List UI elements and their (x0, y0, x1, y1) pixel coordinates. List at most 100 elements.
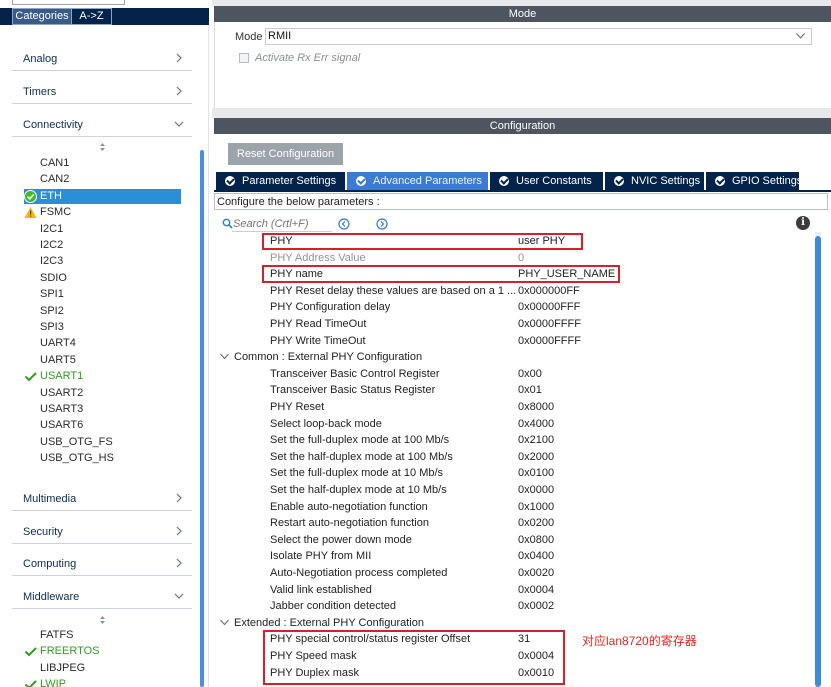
chevron-right-icon (176, 53, 182, 63)
parameter-name: PHY special control/status register Offs… (270, 633, 471, 646)
category-multimedia[interactable]: Multimedia (12, 487, 192, 511)
mode-dropdown[interactable]: RMII (265, 28, 812, 45)
parameter-value[interactable]: 0x4000 (518, 416, 554, 432)
info-icon[interactable]: i (796, 216, 810, 230)
tab-a-to-z[interactable]: A->Z (72, 8, 112, 25)
parameter-name: PHY Reset delay these values are based o… (270, 284, 517, 297)
rx-err-label: Activate Rx Err signal (255, 52, 361, 64)
scroll-up-down-icon[interactable] (99, 616, 106, 624)
previous-match-icon[interactable] (338, 218, 350, 230)
parameter-name: Select the power down mode (270, 533, 412, 546)
peripheral-label: SPI2 (40, 304, 64, 317)
parameter-value[interactable]: user PHY (518, 233, 565, 249)
category-connectivity[interactable]: Connectivity (12, 113, 192, 137)
parameter-value[interactable]: 0x00000FFF (518, 299, 580, 315)
parameter-value[interactable]: 0x0000FFFF (518, 316, 581, 332)
parameter-name: Jabber condition detected (270, 600, 396, 613)
left-scrollbar[interactable] (200, 150, 204, 687)
reset-configuration-button[interactable]: Reset Configuration (228, 143, 343, 165)
parameter-value[interactable]: 0x2000 (518, 449, 554, 465)
peripheral-label: USART2 (40, 386, 84, 399)
parameter-value[interactable]: 0x2100 (518, 432, 554, 448)
checkmark-icon (24, 680, 37, 687)
parameter-search (222, 216, 337, 232)
parameter-value[interactable]: 0x0004 (518, 648, 554, 664)
parameter-name: PHY Configuration delay (270, 301, 391, 314)
register-annotation: 对应lan8720的寄存器 (582, 634, 697, 648)
parameter-value[interactable]: 0x0000FFFF (518, 333, 581, 349)
parameter-name: PHY Read TimeOut (270, 318, 367, 330)
parameter-value[interactable]: 0x0400 (518, 548, 554, 564)
parameter-value[interactable]: PHY_USER_NAME (518, 266, 615, 282)
check-circle-icon (225, 176, 235, 186)
parameter-value[interactable]: 0x0100 (518, 465, 554, 481)
parameter-value[interactable]: 0x8000 (518, 399, 554, 415)
peripheral-label: CAN2 (40, 173, 70, 186)
chevron-down-icon (796, 33, 805, 39)
rx-err-checkbox[interactable] (239, 53, 249, 63)
parameter-value[interactable]: 0x01 (518, 382, 542, 398)
parameter-value[interactable]: 0x0002 (518, 598, 554, 614)
peripheral-label: I2C1 (40, 222, 64, 235)
tab-underline (214, 190, 831, 192)
category-label: Analog (23, 53, 58, 65)
parameter-value[interactable]: 0 (518, 250, 524, 266)
parameter-name: Auto-Negotiation process completed (270, 567, 448, 579)
parameter-group[interactable]: Common : External PHY Configuration (220, 349, 422, 365)
configure-hint: Configure the below parameters : (214, 193, 828, 210)
parameter-value[interactable]: 0x0200 (518, 515, 554, 531)
checkmark-icon (24, 372, 37, 382)
parameter-value[interactable]: 0x0010 (518, 665, 554, 681)
category-timers[interactable]: Timers (12, 80, 192, 104)
parameter-name: PHY Speed mask (270, 650, 357, 662)
search-field-stub[interactable] (12, 0, 125, 5)
category-label: Timers (23, 86, 57, 98)
category-security[interactable]: Security (12, 520, 192, 544)
parameter-group[interactable]: Extended : External PHY Configuration (220, 615, 424, 631)
tab-nvic-settings[interactable]: NVIC Settings (605, 172, 704, 190)
parameter-name: Set the full-duplex mode at 10 Mb/s (270, 467, 444, 480)
parameter-tab-bar: Parameter Settings Advanced Parameters Use… (214, 172, 831, 190)
chevron-down-icon (220, 353, 229, 360)
parameter-value[interactable]: 0x00 (518, 366, 542, 382)
search-input[interactable] (232, 216, 332, 232)
parameter-name: Valid link established (270, 583, 372, 596)
check-circle-icon (499, 176, 509, 186)
peripheral-label: USB_OTG_HS (40, 452, 114, 465)
category-label: Security (23, 526, 63, 538)
peripheral-item-eth[interactable]: ETH (24, 188, 181, 204)
peripheral-label: UART5 (40, 353, 76, 366)
parameter-name: PHY (270, 235, 293, 247)
next-match-icon[interactable] (376, 218, 388, 230)
parameter-scrollbar[interactable] (815, 236, 821, 687)
category-computing[interactable]: Computing (12, 552, 192, 576)
parameter-name: Transceiver Basic Control Register (270, 367, 440, 380)
tab-label: User Constants (516, 175, 592, 187)
peripheral-label: I2C3 (40, 255, 64, 268)
group-label: Extended : External PHY Configuration (234, 616, 424, 629)
tab-categories[interactable]: Categories (12, 8, 72, 25)
category-analog[interactable]: Analog (12, 47, 192, 71)
left-panel-top (0, 0, 209, 8)
parameter-name: Set the half-duplex mode at 100 Mb/s (270, 450, 453, 463)
parameter-value[interactable]: 0x0000 (518, 482, 554, 498)
tab-parameter-settings[interactable]: Parameter Settings (216, 172, 345, 190)
mode-header: Mode (214, 6, 831, 22)
ip-categories-panel: Categories A->Z Analog Timers Connectivi… (0, 0, 209, 687)
parameter-value[interactable]: 0x0020 (518, 565, 554, 581)
scroll-up-down-icon[interactable] (99, 143, 106, 151)
parameter-name: PHY Reset (270, 401, 325, 413)
parameter-value[interactable]: 0x000000FF (518, 283, 580, 299)
category-middleware[interactable]: Middleware (12, 585, 192, 609)
panel-divider (208, 25, 209, 687)
chevron-right-icon (176, 493, 182, 503)
tab-advanced-parameters[interactable]: Advanced Parameters (347, 172, 488, 190)
parameter-value[interactable]: 0x0800 (518, 532, 554, 548)
parameter-value[interactable]: 0x1000 (518, 499, 554, 515)
parameter-value[interactable]: 0x0004 (518, 582, 554, 598)
parameter-name: Enable auto-negotiation function (270, 500, 428, 513)
tab-gpio-settings[interactable]: GPIO Settings (706, 172, 803, 190)
tab-user-constants[interactable]: User Constants (490, 172, 603, 190)
parameter-value[interactable]: 31 (518, 631, 530, 647)
tab-label: GPIO Settings (732, 175, 803, 187)
